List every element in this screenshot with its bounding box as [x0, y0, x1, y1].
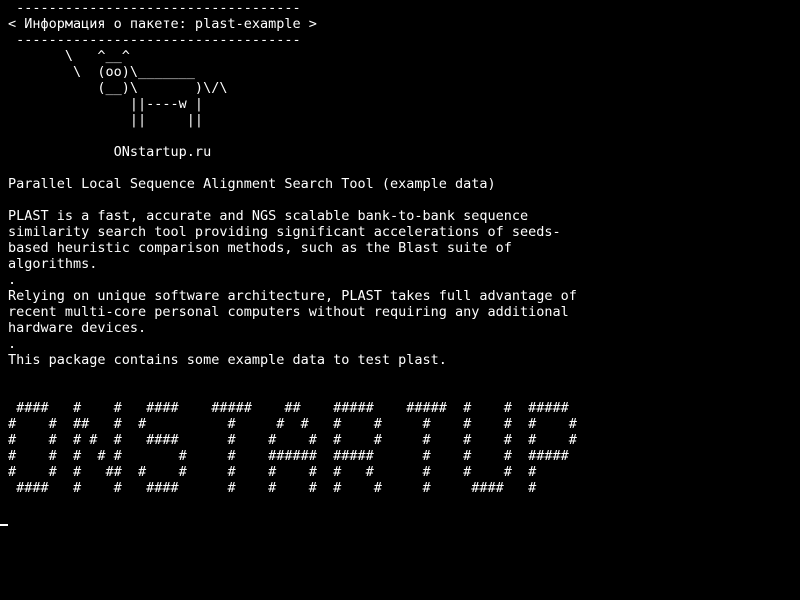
banner-text-line-2: # # ## # # # # # # # # # # # #: [8, 416, 577, 432]
text-cursor: [0, 524, 8, 526]
description-line-7: hardware devices.: [8, 320, 147, 336]
description-line-5: Relying on unique software architecture,…: [8, 288, 577, 304]
site-name: ONstartup.ru: [8, 144, 212, 160]
banner-text-line-4: # # # # # # # ###### ##### # # # #####: [8, 448, 569, 464]
terminal-screen[interactable]: ----------------------------------- < Ин…: [8, 0, 792, 600]
banner-bottom-border: -----------------------------------: [8, 32, 301, 48]
cowsay-art-line-2: \ (oo)\_______: [8, 64, 195, 80]
cowsay-art-line-3: (__)\ )\/\: [8, 80, 228, 96]
description-line-4: algorithms.: [8, 256, 98, 272]
description-line-2: similarity search tool providing signifi…: [8, 224, 561, 240]
description-separator: .: [8, 272, 17, 288]
description-line-6: recent multi-core personal computers wit…: [8, 304, 569, 320]
description-line-1: PLAST is a fast, accurate and NGS scalab…: [8, 208, 529, 224]
cowsay-art-line-1: \ ^__^: [8, 48, 130, 64]
banner-text-line-6: #### # # #### # # # # # # #### #: [8, 480, 537, 496]
description-line-8: This package contains some example data …: [8, 352, 447, 368]
banner-title: < Информация о пакете: plast-example >: [8, 16, 317, 32]
description-separator: .: [8, 336, 17, 352]
description-line-3: based heuristic comparison methods, such…: [8, 240, 512, 256]
banner-top-border: -----------------------------------: [8, 0, 301, 16]
cowsay-art-line-5: || ||: [8, 112, 204, 128]
package-summary: Parallel Local Sequence Alignment Search…: [8, 176, 496, 192]
banner-text-line-5: # # # ## # # # # # # # # # # #: [8, 464, 537, 480]
banner-text-line-3: # # # # # #### # # # # # # # # # #: [8, 432, 577, 448]
cowsay-art-line-4: ||----w |: [8, 96, 204, 112]
banner-text-line-1: #### # # #### ##### ## ##### ##### # # #…: [8, 400, 569, 416]
